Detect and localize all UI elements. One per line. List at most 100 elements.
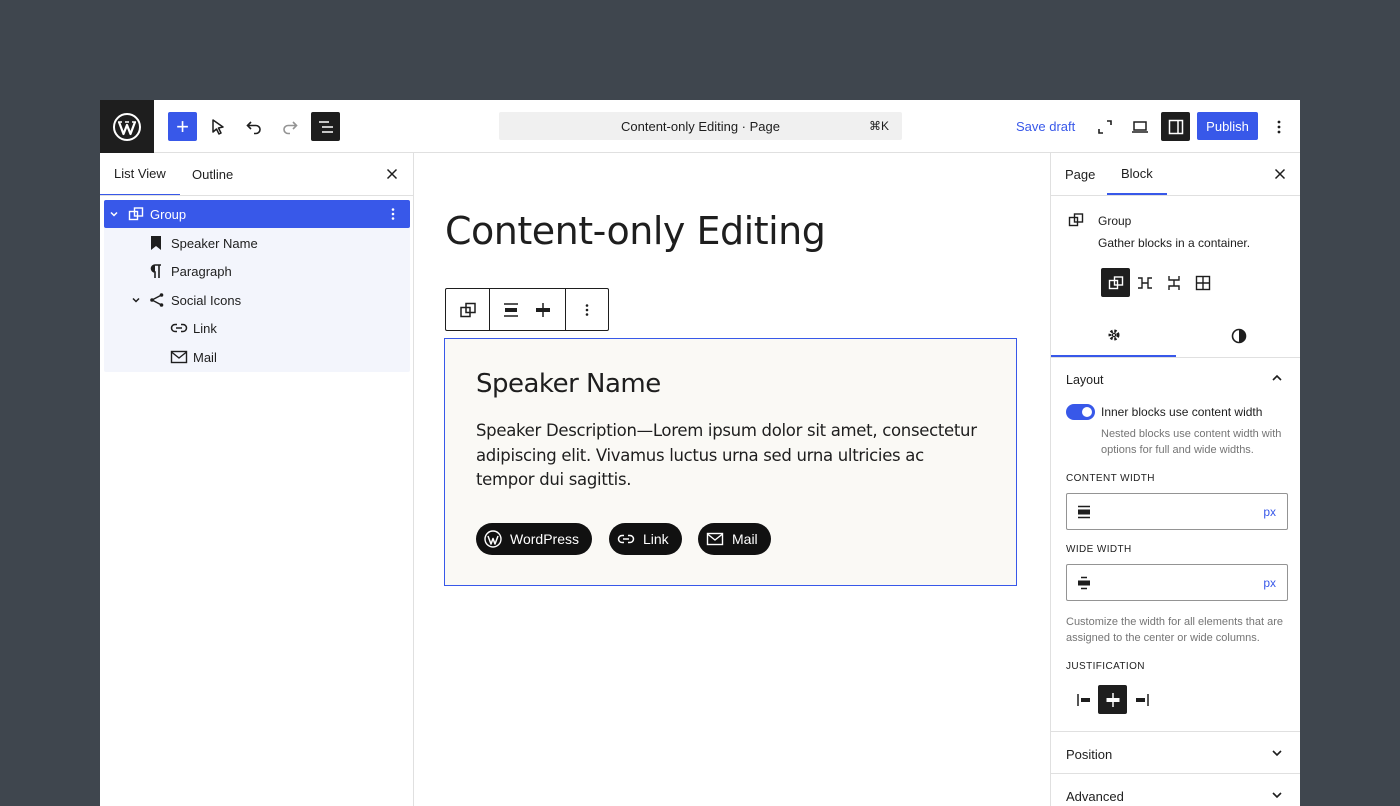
block-card-description: Gather blocks in a container. (1098, 236, 1251, 250)
panel-title: Advanced (1066, 789, 1124, 804)
toggle-help: Nested blocks use content width with opt… (1101, 428, 1282, 456)
sidebar-icon (1168, 119, 1183, 134)
tab-outline[interactable]: Outline (192, 153, 233, 196)
variation-row-button[interactable] (1130, 268, 1159, 297)
variation-group-button[interactable] (1101, 268, 1130, 297)
justify-center-icon (1106, 692, 1119, 707)
toggle-thumb (1082, 407, 1092, 417)
justify-right-button[interactable] (1127, 685, 1156, 714)
justify-center-icon (536, 302, 550, 317)
list-item-speaker-name[interactable]: Speaker Name (104, 229, 410, 257)
list-view-panel: List View Outline Group Speaker Name Par… (100, 153, 414, 806)
justify-left-button[interactable] (1069, 685, 1098, 714)
group-icon (128, 206, 144, 222)
link-icon (617, 534, 635, 544)
mail-icon (706, 532, 724, 546)
wordpress-logo-button[interactable] (100, 100, 154, 153)
editor-canvas: Content-only Editing Speaker Name Speake… (414, 153, 1050, 806)
speaker-name-heading[interactable]: Speaker Name (476, 369, 661, 399)
list-item-mail[interactable]: Mail (104, 343, 410, 371)
wordpress-icon (113, 112, 141, 141)
chevron-down-icon[interactable] (130, 294, 142, 306)
wide-width-label: WIDE WIDTH (1066, 544, 1132, 555)
wide-width-icon (1078, 576, 1090, 590)
social-link-label: WordPress (510, 531, 579, 547)
toggle-label: Inner blocks use content width (1101, 405, 1263, 419)
width-help: Customize the width for all elements tha… (1066, 616, 1284, 644)
list-item-label: Speaker Name (171, 236, 258, 251)
tab-styles[interactable] (1176, 315, 1300, 357)
group-icon (1068, 212, 1084, 233)
mail-icon (170, 350, 188, 364)
more-vertical-icon (1277, 120, 1280, 133)
link-icon (170, 321, 188, 335)
layout-panel-title[interactable]: Layout (1066, 373, 1104, 387)
select-tool-button[interactable] (203, 112, 232, 141)
unit-selector[interactable]: px (1263, 576, 1276, 590)
advanced-panel-toggle[interactable]: Advanced (1051, 773, 1300, 806)
tab-list-view[interactable]: List View (100, 153, 180, 196)
position-panel-toggle[interactable]: Position (1051, 731, 1300, 773)
command-palette-bar[interactable]: Content-only Editing · Page ⌘K (499, 112, 902, 140)
list-item-label: Social Icons (171, 293, 242, 308)
unit-selector[interactable]: px (1263, 505, 1276, 519)
page-title[interactable]: Content-only Editing (445, 209, 826, 253)
chevron-down-icon[interactable] (108, 208, 120, 220)
tab-page[interactable]: Page (1065, 153, 1095, 195)
align-button[interactable] (500, 289, 522, 330)
plus-icon: + (176, 113, 189, 139)
social-link-wordpress[interactable]: WordPress (476, 523, 592, 555)
redo-button[interactable] (275, 112, 304, 141)
tabs-divider (100, 195, 413, 196)
social-link-link[interactable]: Link (609, 523, 682, 555)
options-button[interactable] (1264, 112, 1293, 141)
tabs-divider (1051, 195, 1300, 196)
group-block[interactable]: Speaker Name Speaker Description—Lorem i… (444, 338, 1017, 586)
variation-stack-button[interactable] (1159, 268, 1188, 297)
variation-grid-button[interactable] (1188, 268, 1217, 297)
close-settings-button[interactable] (1271, 165, 1289, 183)
settings-sidebar: Page Block Group Gather blocks in a cont… (1050, 153, 1300, 806)
preview-button[interactable] (1125, 112, 1154, 141)
list-item-group[interactable]: Group (104, 200, 410, 228)
close-list-view-button[interactable] (383, 165, 401, 183)
top-toolbar: + Content-only Editing · Page ⌘K Save dr… (100, 100, 1300, 153)
document-overview-button[interactable] (311, 112, 340, 141)
publish-button[interactable]: Publish (1197, 112, 1258, 140)
settings-toggle-button[interactable] (1161, 112, 1190, 141)
undo-button[interactable] (239, 112, 268, 141)
list-item-label: Group (150, 207, 187, 222)
wordpress-icon (484, 530, 502, 548)
list-item-paragraph[interactable]: Paragraph (104, 257, 410, 285)
speaker-description[interactable]: Speaker Description—Lorem ipsum dolor si… (476, 419, 986, 493)
redo-icon (282, 120, 298, 134)
pointer-icon (211, 118, 224, 135)
list-item-link[interactable]: Link (104, 314, 410, 342)
block-options-button[interactable] (566, 289, 608, 330)
toolbar-divider (489, 289, 490, 330)
social-link-label: Mail (732, 531, 758, 547)
content-width-label: CONTENT WIDTH (1066, 473, 1155, 484)
desktop-icon (1131, 120, 1148, 133)
block-type-button[interactable] (446, 289, 489, 330)
tab-settings[interactable] (1051, 315, 1176, 357)
chevron-up-icon[interactable] (1270, 371, 1284, 390)
social-link-mail[interactable]: Mail (698, 523, 771, 555)
block-card-title: Group (1098, 214, 1132, 228)
list-item-social-icons[interactable]: Social Icons (104, 286, 410, 314)
add-block-button[interactable]: + (168, 112, 197, 141)
justify-center-button[interactable] (1098, 685, 1127, 714)
content-width-toggle[interactable] (1066, 404, 1095, 420)
fullscreen-button[interactable] (1090, 112, 1119, 141)
undo-icon (245, 120, 261, 134)
content-width-input[interactable]: px (1066, 493, 1288, 530)
save-draft-button[interactable]: Save draft (1016, 119, 1075, 134)
wide-width-input[interactable]: px (1066, 564, 1288, 601)
tab-block[interactable]: Block (1107, 153, 1167, 195)
grid-icon (1195, 275, 1210, 290)
justify-center-button[interactable] (532, 289, 554, 330)
more-vertical-icon (585, 303, 589, 316)
close-icon (1274, 168, 1286, 180)
row-icon (1137, 276, 1152, 289)
more-vertical-icon[interactable] (390, 207, 396, 221)
